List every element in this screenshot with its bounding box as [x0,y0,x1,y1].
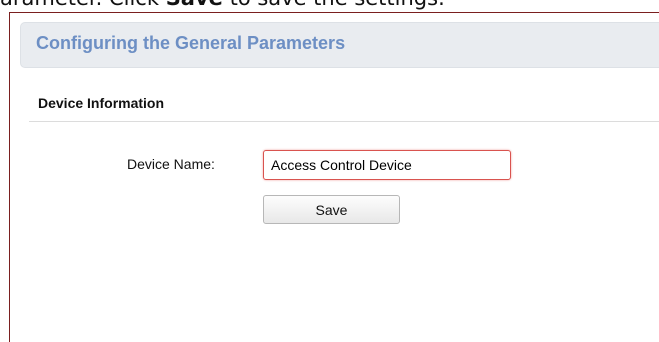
instruction-suffix: to save the settings. [223,0,445,10]
settings-panel: Configuring the General Parameters Devic… [9,12,659,342]
section-title: Device Information [38,95,165,111]
page-header: Configuring the General Parameters [20,22,659,68]
instruction-bold-save: Save [166,0,223,10]
instruction-prefix: arameter. Click [0,0,166,10]
section-divider [29,121,659,122]
page-title: Configuring the General Parameters [36,33,346,53]
device-name-input[interactable] [263,150,511,180]
device-name-label: Device Name: [127,156,215,172]
save-button[interactable]: Save [263,195,400,224]
